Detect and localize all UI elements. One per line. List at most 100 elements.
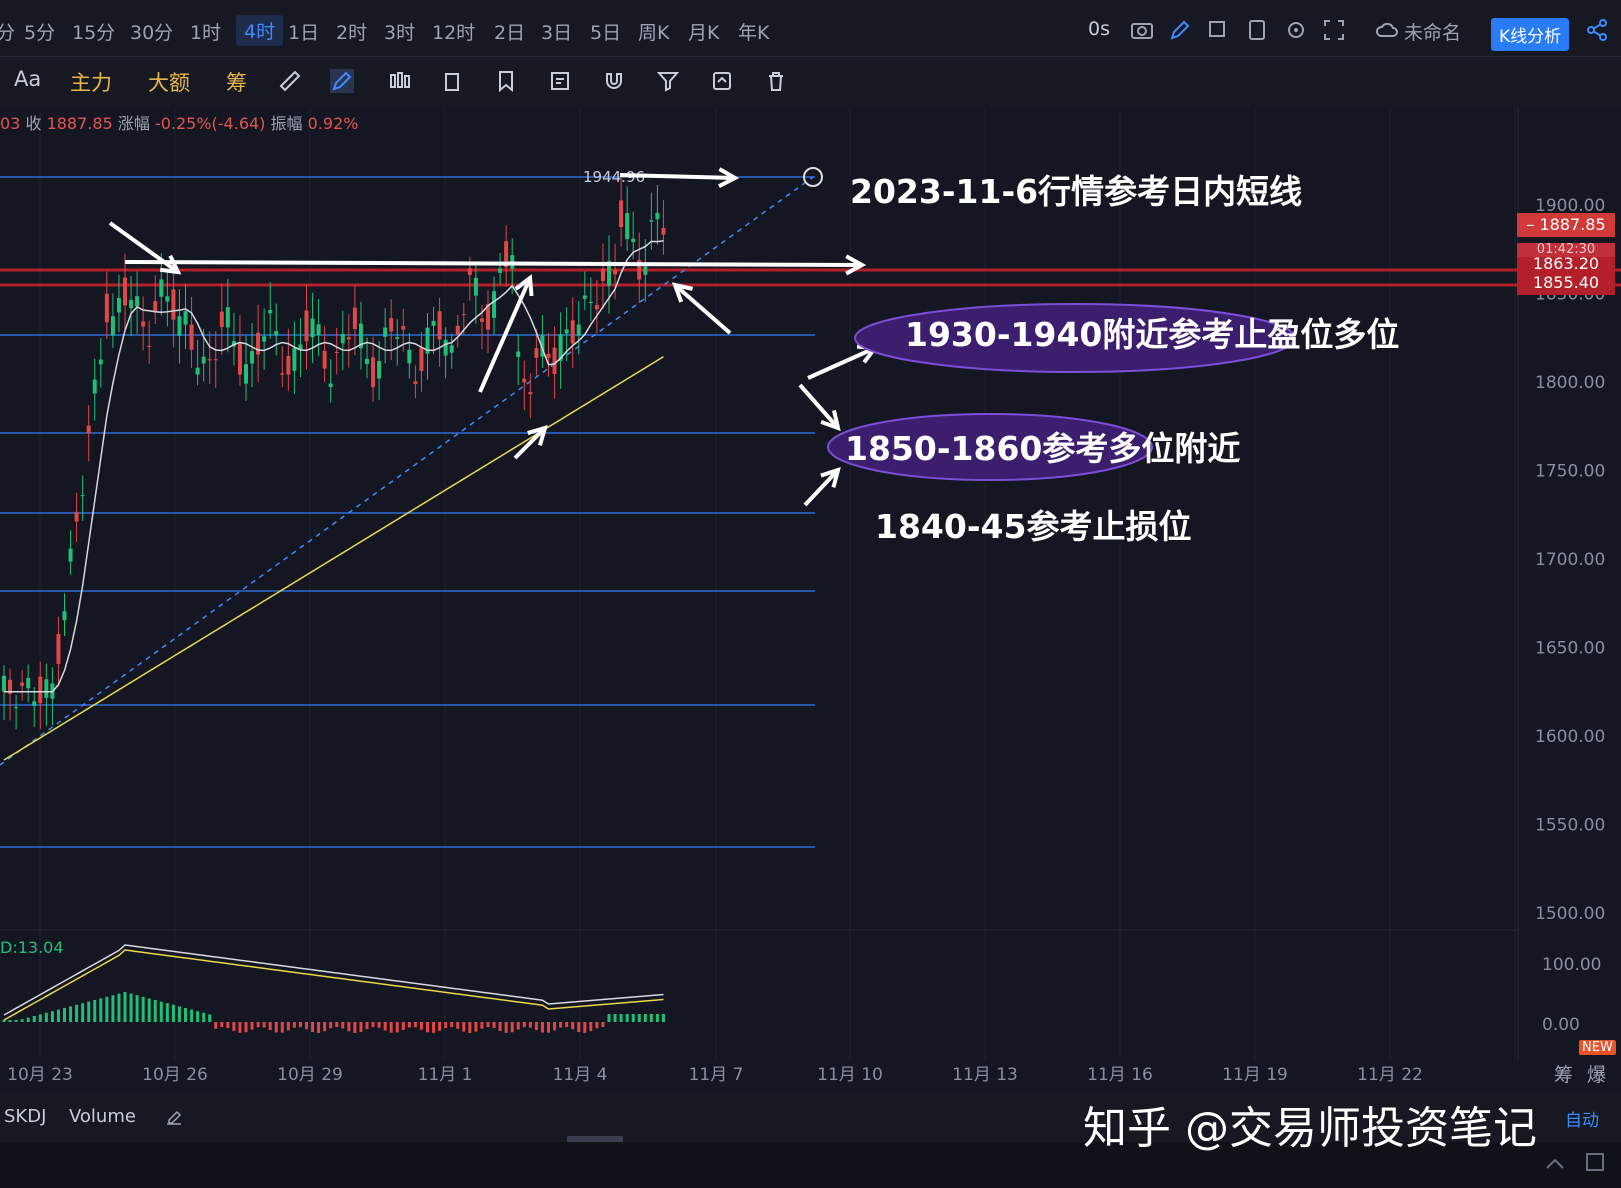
candles-icon[interactable] xyxy=(388,69,412,93)
timeframe-9[interactable]: 12时 xyxy=(432,18,475,45)
annotation-arrow-1 xyxy=(108,221,180,274)
candle-body-53 xyxy=(322,350,327,369)
timeframe-6[interactable]: 1日 xyxy=(288,18,319,45)
candle-body-74 xyxy=(449,345,454,353)
x-tick-9: 11月 19 xyxy=(1222,1065,1288,1085)
clipboard-icon[interactable] xyxy=(440,69,464,93)
indicator-bar-65 xyxy=(395,1022,399,1033)
indicator-k-line xyxy=(3,944,664,1016)
camera-icon[interactable] xyxy=(1130,18,1154,42)
candle-body-108 xyxy=(655,212,660,220)
timeframe-14[interactable]: 月K xyxy=(688,18,719,45)
annotation-arrow-7 xyxy=(798,383,840,430)
indicator-bar-105 xyxy=(637,1014,641,1022)
filter-icon[interactable] xyxy=(656,69,680,93)
indicator-bar-101 xyxy=(613,1014,617,1022)
sync-icon[interactable] xyxy=(710,69,734,93)
indicator-bar-68 xyxy=(413,1022,417,1028)
indicator-bar-90 xyxy=(547,1022,550,1033)
timeframe-2[interactable]: 15分 xyxy=(72,18,115,45)
indicator-bar-45 xyxy=(274,1022,278,1033)
chips-side-label[interactable]: 筹 xyxy=(1554,1060,1573,1087)
timeframe-3[interactable]: 30分 xyxy=(130,18,173,45)
timeframe-15[interactable]: 年K xyxy=(738,18,769,45)
ma-white-line xyxy=(4,240,664,693)
bookmark-icon[interactable] xyxy=(494,69,518,93)
trash-icon[interactable] xyxy=(764,69,788,93)
fullscreen-icon[interactable] xyxy=(1322,18,1346,42)
indicator-bar-61 xyxy=(371,1022,375,1028)
timeframe-13[interactable]: 周K xyxy=(638,18,669,45)
candle-body-5 xyxy=(32,701,37,706)
timeframe-7[interactable]: 2时 xyxy=(336,18,367,45)
draw-line-icon[interactable] xyxy=(330,69,354,93)
indicator-bar-95 xyxy=(577,1022,581,1033)
large-order-tool[interactable]: 大额 xyxy=(148,67,190,97)
change-value: -0.25%(-4.64) xyxy=(154,114,266,133)
ruler-icon[interactable] xyxy=(278,69,302,93)
timeframe-5[interactable]: 4时 xyxy=(236,15,284,46)
indicator-bar-10 xyxy=(63,1008,66,1022)
main-force-tool[interactable]: 主力 xyxy=(70,67,112,97)
candle-body-103 xyxy=(625,213,630,240)
select-icon[interactable] xyxy=(1206,18,1230,42)
timeframe-4[interactable]: 1时 xyxy=(190,18,221,45)
timeframe-11[interactable]: 3日 xyxy=(541,18,572,45)
indicator-bar-56 xyxy=(341,1022,345,1029)
indicator-bar-39 xyxy=(238,1022,242,1033)
timeframe-10[interactable]: 2日 xyxy=(494,18,525,45)
indicator-bar-22 xyxy=(135,995,139,1022)
layout-name[interactable]: 未命名 xyxy=(1404,18,1461,45)
chevron-up-icon[interactable] xyxy=(1545,1156,1565,1170)
magnet-icon[interactable] xyxy=(602,69,626,93)
candle-body-22 xyxy=(135,296,140,307)
auto-label[interactable]: 自动 xyxy=(1565,1106,1599,1131)
candle-body-39 xyxy=(237,343,242,375)
edit-icon[interactable] xyxy=(165,1108,183,1126)
candle-body-77 xyxy=(467,268,472,275)
y-tick-8: 1500.00 xyxy=(1535,904,1605,924)
x-tick-7: 11月 13 xyxy=(952,1065,1018,1085)
candle-body-12 xyxy=(74,511,79,522)
take-profit-annotation: 1930-1940附近参考止盈位多位 xyxy=(905,315,1400,354)
indicator-bar-23 xyxy=(141,996,145,1022)
indicator-bar-73 xyxy=(444,1022,448,1028)
candle-body-37 xyxy=(225,307,230,328)
kline-analysis-button[interactable]: K线分析 xyxy=(1491,18,1570,51)
long-entry-annotation: 1850-1860参考多位附近 xyxy=(845,429,1241,468)
timeframe-1[interactable]: 5分 xyxy=(24,18,55,45)
candle-body-36 xyxy=(219,311,224,327)
stop-loss-annotation: 1840-45参考止损位 xyxy=(875,507,1192,546)
timeframe-8[interactable]: 3时 xyxy=(384,18,415,45)
candle-body-11 xyxy=(68,548,73,562)
change-label: 涨幅 xyxy=(117,114,150,133)
pen-icon[interactable] xyxy=(1168,18,1192,42)
share-icon[interactable] xyxy=(1585,18,1609,42)
indicator-bar-54 xyxy=(329,1022,333,1029)
timeframe-0[interactable]: 分 xyxy=(0,18,15,45)
candle-body-50 xyxy=(304,310,309,342)
indicator-volume[interactable]: Volume xyxy=(69,1106,136,1127)
burst-side-label[interactable]: 爆 xyxy=(1587,1060,1606,1087)
indicator-bar-71 xyxy=(432,1022,436,1033)
candle-body-81 xyxy=(492,291,497,318)
indicator-bar-97 xyxy=(589,1022,593,1032)
candle-body-43 xyxy=(262,336,267,342)
chips-tool[interactable]: 筹 xyxy=(226,67,247,97)
candle-body-45 xyxy=(274,331,279,336)
price-chart[interactable]: 1900.001850.001800.001750.001700.001650.… xyxy=(0,0,1621,1092)
candle-body-16 xyxy=(98,359,103,365)
calculator-icon[interactable] xyxy=(1245,18,1269,42)
indicator-skdj[interactable]: SKDJ xyxy=(4,1106,46,1127)
candle-body-6 xyxy=(38,676,43,704)
ma-yellow-line xyxy=(3,356,664,761)
gear-icon[interactable] xyxy=(1284,18,1308,42)
timeframe-12[interactable]: 5日 xyxy=(590,18,621,45)
text-tool[interactable]: Aa xyxy=(14,67,41,91)
note-icon[interactable] xyxy=(548,69,572,93)
indicator-bar-13 xyxy=(81,1003,85,1022)
y-tick-7: 1550.00 xyxy=(1535,816,1605,836)
expand-icon[interactable] xyxy=(1585,1152,1605,1172)
candle-body-2 xyxy=(14,707,19,709)
candle-body-54 xyxy=(328,383,333,388)
